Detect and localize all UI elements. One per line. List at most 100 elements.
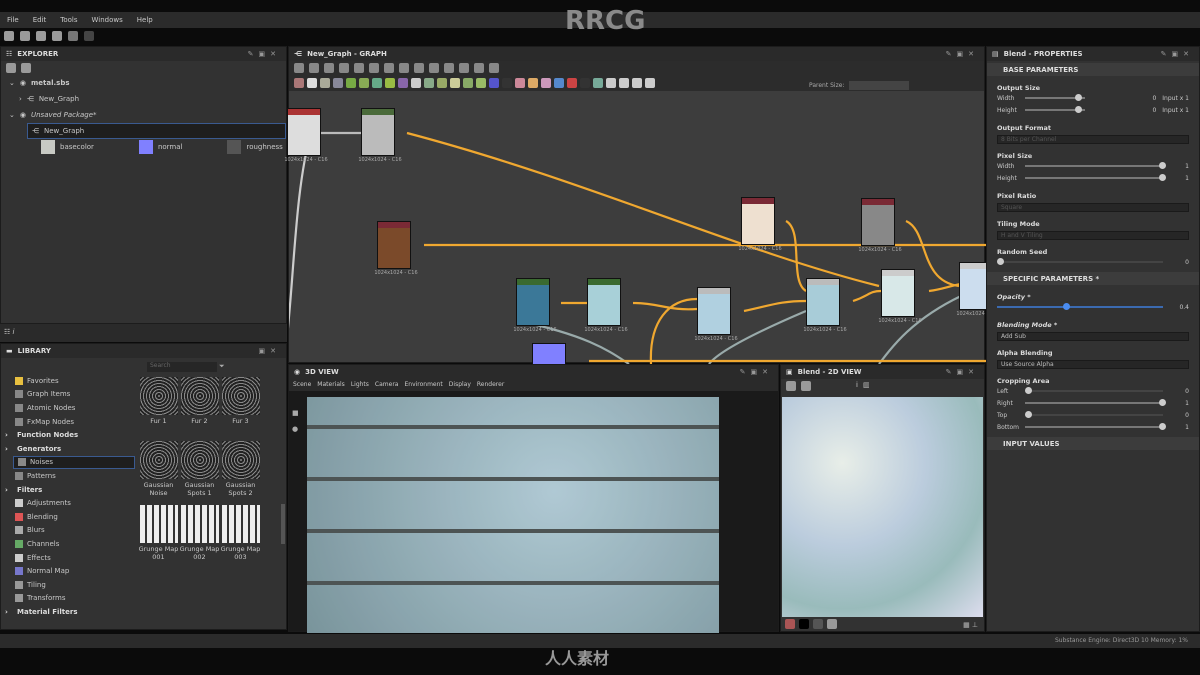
library-category[interactable]: › Generators	[1, 442, 135, 456]
library-category[interactable]: Favorites	[1, 374, 135, 388]
reload-icon[interactable]	[21, 63, 31, 73]
3d-menu-camera[interactable]: Camera	[375, 381, 399, 389]
2d-texture-preview[interactable]	[782, 397, 983, 617]
menu-tools[interactable]: Tools	[60, 16, 77, 24]
library-node-thumbnail[interactable]: Fur 2	[179, 377, 220, 439]
output-item[interactable]: normal	[99, 139, 182, 155]
grid-icon[interactable]: ▦ ⊥	[963, 621, 978, 629]
3d-menu-environment[interactable]: Environment	[404, 381, 442, 389]
graph-tool-icon[interactable]	[309, 63, 319, 73]
atomic-node-icon[interactable]	[372, 78, 382, 88]
graph-tool-icon[interactable]	[294, 63, 304, 73]
atomic-node-icon[interactable]	[554, 78, 564, 88]
atomic-node-icon[interactable]	[359, 78, 369, 88]
undo-icon[interactable]	[68, 31, 78, 41]
library-node-thumbnail[interactable]: Grunge Map 003	[220, 505, 261, 567]
library-node-thumbnail[interactable]: Gaussian Spots 2	[220, 441, 261, 503]
base-parameters-section[interactable]: BASE PARAMETERS	[987, 63, 1199, 76]
menu-file[interactable]: File	[7, 16, 19, 24]
bg-black-icon[interactable]	[799, 619, 809, 629]
library-category[interactable]: › Function Nodes	[1, 428, 135, 442]
crop-left-slider[interactable]	[1025, 387, 1163, 394]
expand-chevron-icon[interactable]: ›	[5, 445, 13, 453]
panel-controls[interactable]: ✎▣✕	[740, 368, 773, 376]
graph-node[interactable]: 1024x1024 - C16	[358, 108, 402, 163]
library-category[interactable]: FxMap Nodes	[1, 415, 135, 429]
graph-tool-icon[interactable]	[399, 63, 409, 73]
input-values-section[interactable]: INPUT VALUES	[987, 437, 1199, 450]
atomic-node-icon[interactable]	[645, 78, 655, 88]
opacity-value[interactable]: 0.4	[1169, 304, 1189, 311]
library-category[interactable]: Channels	[1, 537, 135, 551]
save-package-icon[interactable]	[6, 63, 16, 73]
atomic-node-icon[interactable]	[528, 78, 538, 88]
graph-tool-icon[interactable]	[444, 63, 454, 73]
graph-node[interactable]: 1024x1024 - C16	[584, 278, 628, 333]
camera-tool-icon[interactable]: ■	[292, 409, 299, 417]
atomic-node-icon[interactable]	[398, 78, 408, 88]
library-category[interactable]: Graph Items	[1, 388, 135, 402]
tree-toggle-icon[interactable]: ☷	[4, 328, 10, 336]
atomic-node-icon[interactable]	[502, 78, 512, 88]
panel-controls[interactable]: ✎▣✕	[946, 368, 979, 376]
library-category[interactable]: Transforms	[1, 592, 135, 606]
tree-package-unsaved[interactable]: ⌄ ◉ Unsaved Package*	[1, 107, 286, 123]
panel-controls[interactable]: ✎▣✕	[1161, 50, 1194, 58]
graph-node[interactable]: 1024x1024 - C16	[284, 108, 328, 163]
alpha-blending-dropdown[interactable]: Use Source Alpha	[997, 360, 1189, 369]
atomic-node-icon[interactable]	[619, 78, 629, 88]
graph-node[interactable]: 1024x1024 - C16	[694, 287, 738, 342]
output-width-relative[interactable]: Input x 1	[1162, 95, 1189, 102]
graph-node[interactable]: 1024x1024 - C16	[878, 269, 922, 324]
pixel-ratio-dropdown[interactable]: Square	[997, 203, 1189, 212]
panel-controls[interactable]: ▣✕	[259, 347, 281, 355]
library-node-thumbnail[interactable]: Grunge Map 001	[138, 505, 179, 567]
atomic-node-icon[interactable]	[541, 78, 551, 88]
tiling-preview-icon[interactable]	[827, 619, 837, 629]
new-graph-icon[interactable]	[20, 31, 30, 41]
atomic-node-icon[interactable]	[437, 78, 447, 88]
crop-bottom-slider[interactable]	[1025, 423, 1166, 430]
atomic-node-icon[interactable]	[476, 78, 486, 88]
atomic-node-icon[interactable]	[632, 78, 642, 88]
output-height-slider[interactable]	[1025, 106, 1085, 113]
3d-menu-scene[interactable]: Scene	[293, 381, 311, 389]
graph-tool-icon[interactable]	[354, 63, 364, 73]
crop-top-slider[interactable]	[1025, 411, 1163, 418]
atomic-node-icon[interactable]	[307, 78, 317, 88]
tree-graph-new-selected[interactable]: ⋲ New_Graph	[27, 123, 286, 139]
graph-node[interactable]: 1024x1024 - C16	[513, 278, 557, 333]
pixel-height-slider[interactable]	[1025, 174, 1166, 181]
graph-tool-icon[interactable]	[384, 63, 394, 73]
library-node-thumbnail[interactable]: Gaussian Noise	[138, 441, 179, 503]
filter-icon[interactable]: ⏷	[219, 362, 225, 371]
atomic-node-icon[interactable]	[515, 78, 525, 88]
normal-color-node[interactable]	[532, 343, 566, 365]
graph-tool-icon[interactable]	[459, 63, 469, 73]
library-category[interactable]: Blurs	[1, 524, 135, 538]
panel-controls[interactable]: ✎▣✕	[248, 50, 281, 58]
library-node-thumbnail[interactable]: Gaussian Spots 1	[179, 441, 220, 503]
3d-material-cube[interactable]	[307, 397, 719, 633]
tiling-mode-dropdown[interactable]: H and V Tiling	[997, 231, 1189, 240]
output-item[interactable]: basecolor	[1, 139, 94, 155]
library-node-thumbnail[interactable]: Fur 3	[220, 377, 261, 439]
opacity-slider[interactable]	[997, 303, 1163, 310]
atomic-node-icon[interactable]	[489, 78, 499, 88]
3d-menu-lights[interactable]: Lights	[351, 381, 369, 389]
atomic-node-icon[interactable]	[385, 78, 395, 88]
graph-node[interactable]: 1024x1024 - C16	[738, 197, 782, 252]
library-category[interactable]: › Material Filters	[1, 605, 135, 619]
atomic-node-icon[interactable]	[593, 78, 603, 88]
library-search-input[interactable]: Search	[147, 362, 217, 372]
library-category[interactable]: › Filters	[1, 483, 135, 497]
save-image-icon[interactable]	[786, 381, 796, 391]
graph-node[interactable]: 1024x1024 - C16	[803, 278, 847, 333]
copy-icon[interactable]	[801, 381, 811, 391]
histogram-icon[interactable]: ▥	[863, 381, 870, 391]
tree-package-metal[interactable]: ⌄ ◉ metal.sbs	[1, 75, 286, 91]
light-tool-icon[interactable]: ●	[292, 425, 298, 433]
channel-icon[interactable]	[785, 619, 795, 629]
save-icon[interactable]	[52, 31, 62, 41]
library-node-thumbnail[interactable]: Grunge Map 002	[179, 505, 220, 567]
